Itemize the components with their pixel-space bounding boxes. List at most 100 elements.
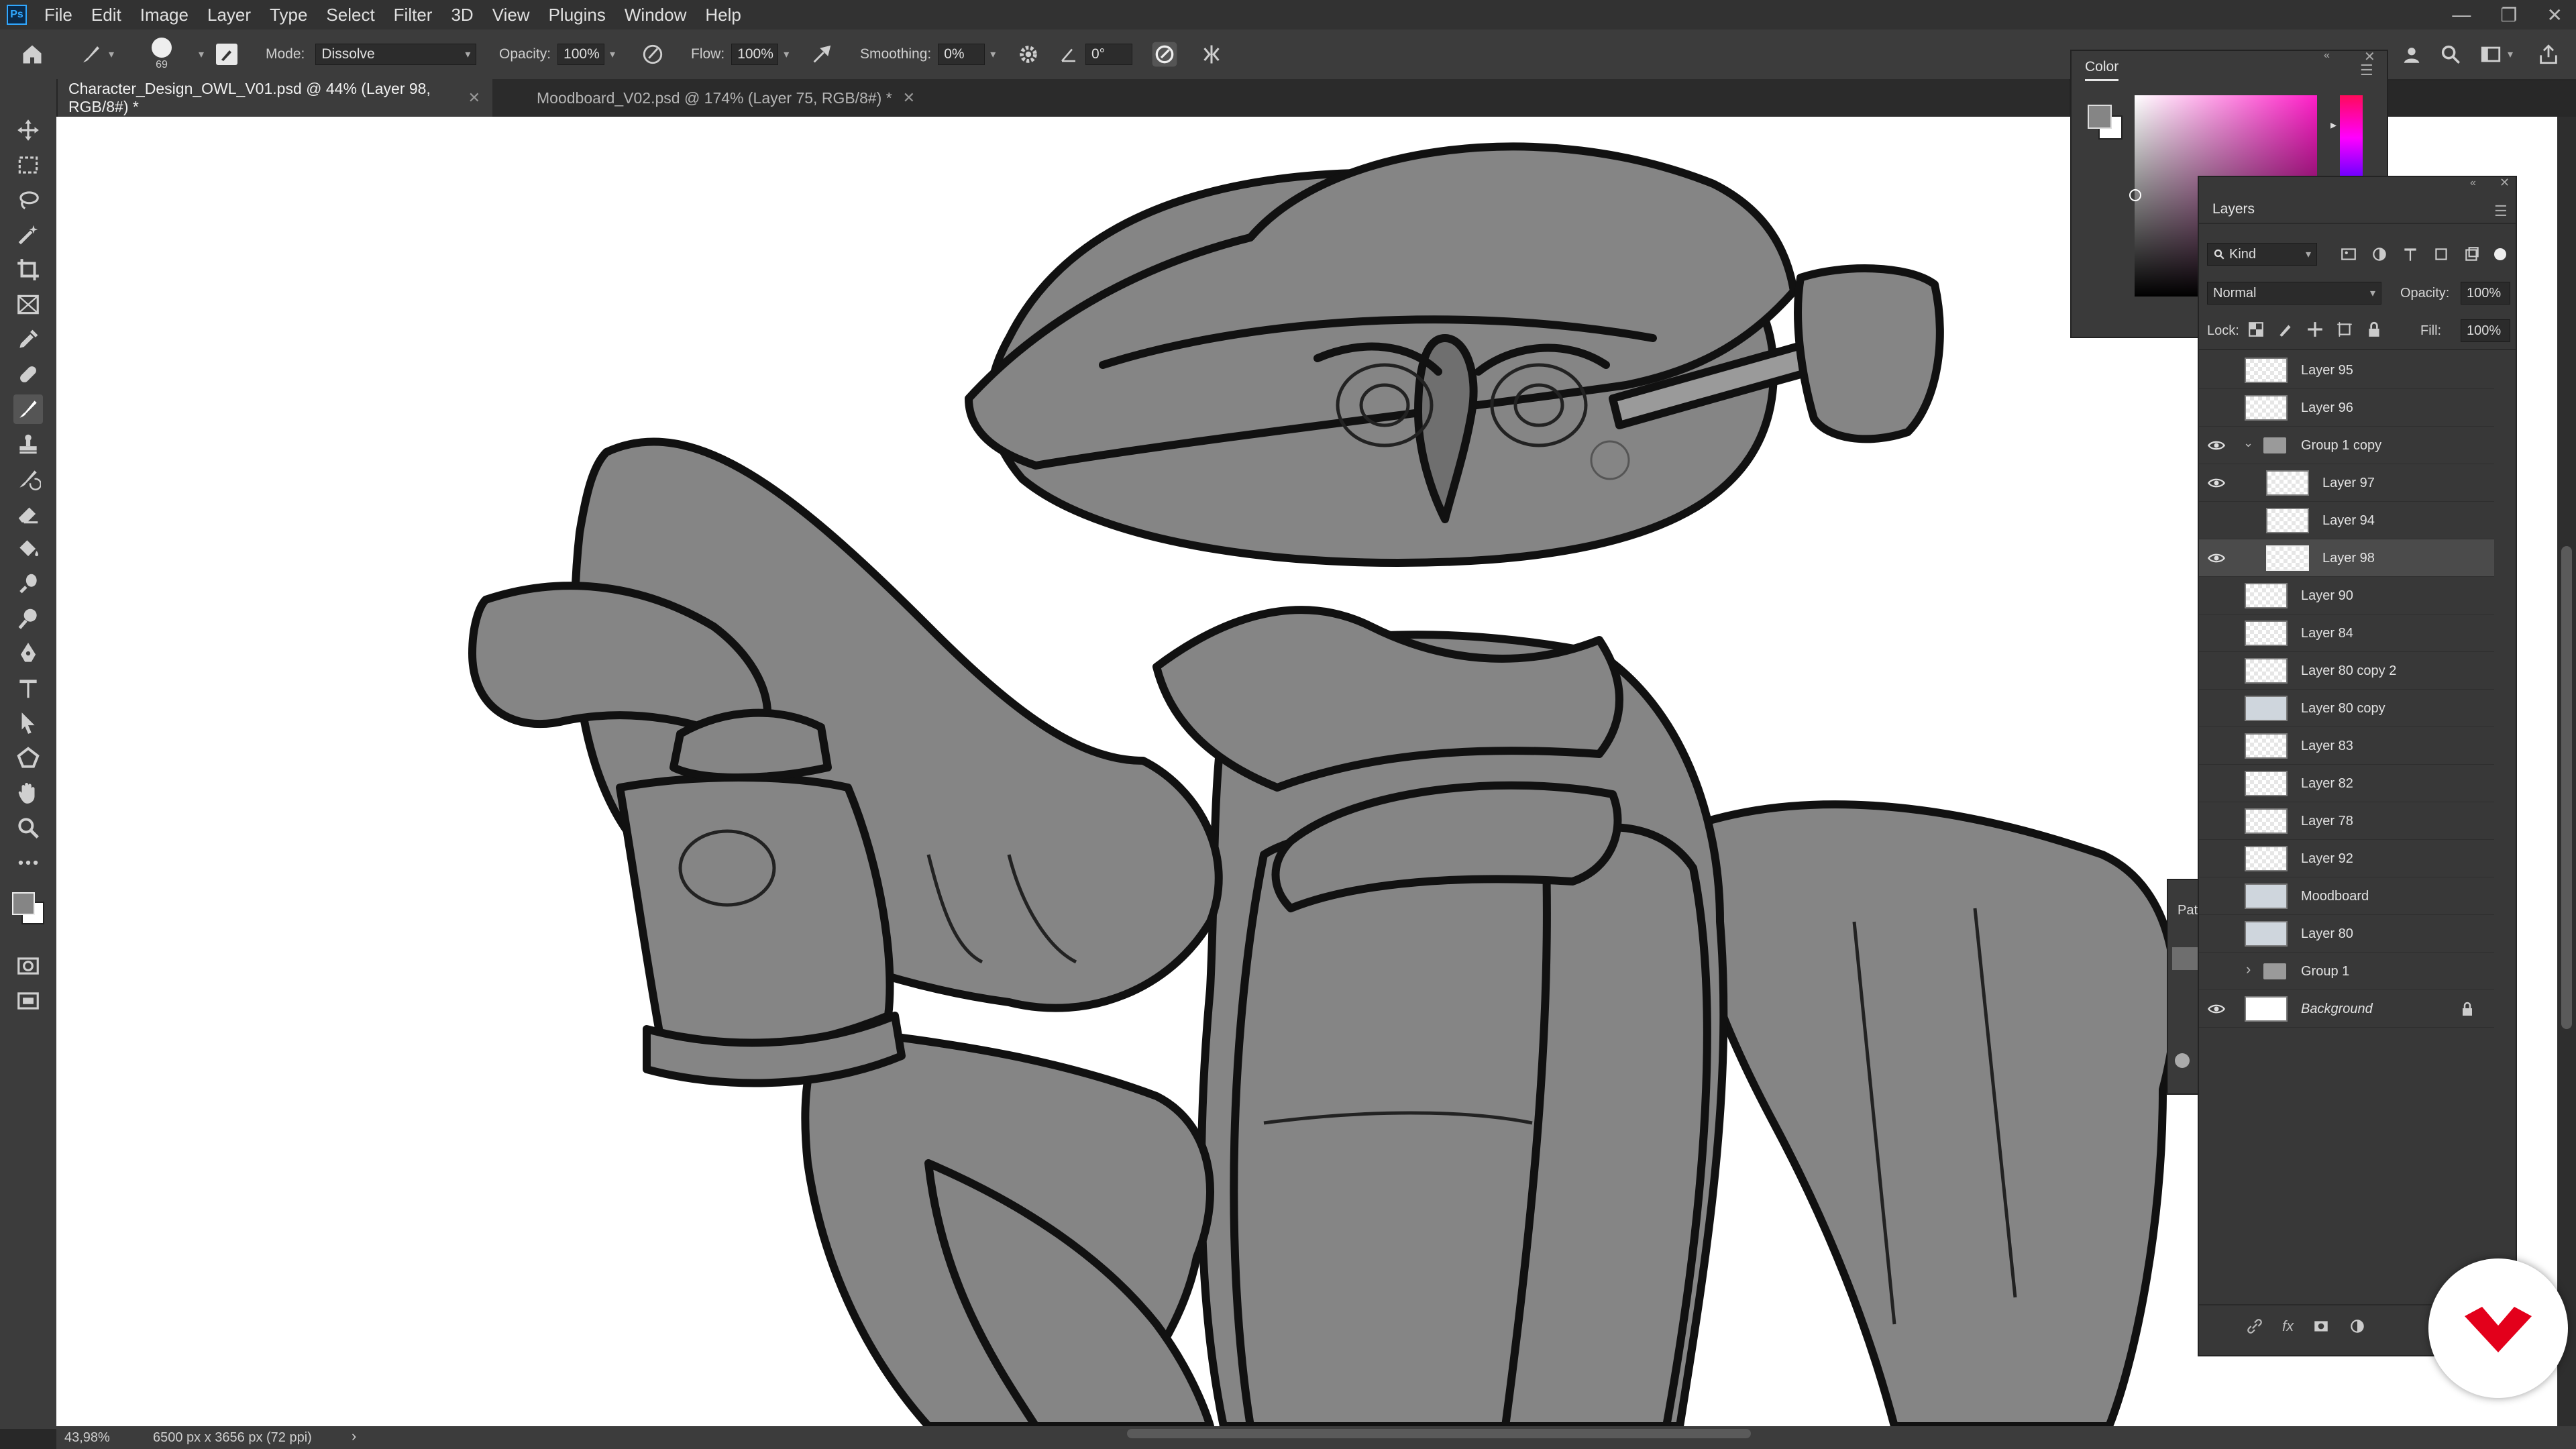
foreground-color-swatch[interactable] xyxy=(12,892,35,915)
hue-slider-marker-icon[interactable]: ▸ xyxy=(2330,118,2337,132)
color-panel-title[interactable]: Color xyxy=(2085,59,2119,81)
close-tab-icon[interactable]: ✕ xyxy=(903,89,915,107)
close-layers-panel-icon[interactable]: ✕ xyxy=(2500,176,2510,190)
group-row[interactable]: › Group 1 xyxy=(2199,953,2494,990)
brush-size-picker[interactable]: 69 xyxy=(152,30,172,79)
layer-styles-fx-icon[interactable]: fx xyxy=(2282,1318,2294,1335)
share-user-icon[interactable] xyxy=(2400,30,2423,79)
path-selection-tool-icon[interactable] xyxy=(13,708,43,738)
layer-name[interactable]: Layer 95 xyxy=(2301,352,2353,389)
pixel-filter-icon[interactable] xyxy=(2340,246,2357,263)
layer-row[interactable]: Layer 82 xyxy=(2199,765,2494,802)
tab-moodboard[interactable]: Moodboard_V02.psd @ 174% (Layer 75, RGB/… xyxy=(525,79,981,117)
layer-name[interactable]: Layer 96 xyxy=(2301,389,2353,427)
status-menu-arrow-icon[interactable]: › xyxy=(352,1428,356,1445)
layer-row[interactable]: Layer 80 copy xyxy=(2199,690,2494,727)
angle-input[interactable]: 0° xyxy=(1085,44,1132,65)
visibility-eye-icon[interactable] xyxy=(2207,474,2226,492)
menu-3d[interactable]: 3D xyxy=(441,5,482,25)
opacity-slider-caret-icon[interactable]: ▾ xyxy=(610,48,615,61)
layer-name[interactable]: Layer 94 xyxy=(2322,502,2375,539)
color-swatches[interactable] xyxy=(9,887,47,927)
layer-row[interactable]: Layer 80 copy 2 xyxy=(2199,652,2494,690)
menu-layer[interactable]: Layer xyxy=(198,5,260,25)
tab-character-design[interactable]: Character_Design_OWL_V01.psd @ 44% (Laye… xyxy=(56,79,492,117)
lasso-tool-icon[interactable] xyxy=(13,185,43,215)
layer-name[interactable]: Layer 83 xyxy=(2301,727,2353,765)
minimize-icon[interactable]: — xyxy=(2452,4,2471,25)
eraser-tool-icon[interactable] xyxy=(13,499,43,529)
layer-name[interactable]: Layer 80 copy 2 xyxy=(2301,652,2396,690)
lock-all-icon[interactable] xyxy=(2365,321,2383,338)
move-tool-icon[interactable] xyxy=(13,115,43,145)
layer-name[interactable]: Layer 80 xyxy=(2301,915,2353,953)
smoothing-input[interactable]: 0% xyxy=(938,44,985,65)
flow-slider-caret-icon[interactable]: ▾ xyxy=(784,48,789,61)
layer-opacity-input[interactable]: 100% xyxy=(2461,282,2510,305)
search-icon[interactable] xyxy=(2439,30,2462,79)
panel-menu-icon[interactable]: ☰ xyxy=(2360,62,2373,79)
zoom-tool-icon[interactable] xyxy=(13,813,43,843)
layer-name[interactable]: Layer 92 xyxy=(2301,840,2353,877)
link-layers-icon[interactable] xyxy=(2246,1318,2263,1335)
type-tool-icon[interactable] xyxy=(13,674,43,703)
hand-tool-icon[interactable] xyxy=(13,778,43,808)
brush-tool-preset-icon[interactable]: ▾ xyxy=(79,30,114,79)
menu-edit[interactable]: Edit xyxy=(82,5,131,25)
adjustment-filter-icon[interactable] xyxy=(2371,246,2388,263)
layer-name[interactable]: Layer 80 copy xyxy=(2301,690,2385,727)
layer-row[interactable]: Layer 95 xyxy=(2199,352,2494,389)
workspace-switcher-icon[interactable]: ▾ xyxy=(2479,30,2513,79)
frame-tool-icon[interactable] xyxy=(13,290,43,319)
home-icon[interactable] xyxy=(20,30,44,79)
opacity-input[interactable]: 100% xyxy=(557,44,605,65)
layer-name[interactable]: Layer 98 xyxy=(2322,539,2375,577)
group-expand-chevron-right-icon[interactable]: › xyxy=(2246,961,2251,978)
history-brush-tool-icon[interactable] xyxy=(13,464,43,494)
smart-object-filter-icon[interactable] xyxy=(2463,246,2481,263)
lock-artboard-icon[interactable] xyxy=(2336,321,2353,338)
add-mask-icon[interactable] xyxy=(2312,1318,2330,1335)
shape-tool-icon[interactable] xyxy=(13,743,43,773)
adjustment-layer-icon[interactable] xyxy=(2349,1318,2366,1335)
magic-wand-tool-icon[interactable] xyxy=(13,220,43,250)
menu-select[interactable]: Select xyxy=(317,5,384,25)
layer-row[interactable]: Layer 92 xyxy=(2199,840,2494,877)
layer-name[interactable]: Layer 84 xyxy=(2301,614,2353,652)
layer-row[interactable]: Layer 94 xyxy=(2199,502,2494,539)
layer-row[interactable]: Layer 83 xyxy=(2199,727,2494,765)
collapse-layers-panel-icon[interactable]: « xyxy=(2470,177,2476,189)
smoothing-slider-caret-icon[interactable]: ▾ xyxy=(990,48,996,61)
visibility-eye-icon[interactable] xyxy=(2207,1000,2226,1018)
layers-panel-menu-icon[interactable]: ☰ xyxy=(2494,203,2508,220)
blend-mode-select[interactable]: Normal ▾ xyxy=(2207,282,2381,305)
visibility-eye-icon[interactable] xyxy=(2207,436,2226,455)
group-name[interactable]: Group 1 copy xyxy=(2301,427,2381,464)
brush-picker-caret-icon[interactable]: ▾ xyxy=(193,30,204,79)
color-panel-swatches[interactable] xyxy=(2088,105,2123,140)
symmetry-icon[interactable] xyxy=(1199,30,1224,79)
restore-icon[interactable]: ❐ xyxy=(2500,4,2517,26)
eyedropper-tool-icon[interactable] xyxy=(13,325,43,354)
healing-brush-tool-icon[interactable] xyxy=(13,360,43,389)
brush-tool-icon[interactable] xyxy=(13,394,43,424)
more-tools-icon[interactable] xyxy=(13,848,43,877)
layer-row[interactable]: Layer 78 xyxy=(2199,802,2494,840)
rectangular-marquee-tool-icon[interactable] xyxy=(13,150,43,180)
paths-panel-title[interactable]: Pat xyxy=(2178,903,2198,918)
layer-row[interactable]: Layer 84 xyxy=(2199,614,2494,652)
horizontal-scrollbar-thumb[interactable] xyxy=(1127,1429,1751,1438)
layers-panel-title[interactable]: Layers xyxy=(2212,201,2255,217)
menu-filter[interactable]: Filter xyxy=(384,5,442,25)
smoothing-options-gear-icon[interactable] xyxy=(1017,30,1040,79)
vertical-scrollbar-thumb[interactable] xyxy=(2561,546,2572,1029)
layer-row[interactable]: Layer 96 xyxy=(2199,389,2494,427)
fill-input[interactable]: 100% xyxy=(2461,319,2510,342)
pressure-opacity-icon[interactable] xyxy=(641,30,664,79)
layer-row[interactable]: Moodboard xyxy=(2199,877,2494,915)
screen-mode-icon[interactable] xyxy=(13,986,43,1016)
foreground-color-chip[interactable] xyxy=(2088,105,2112,129)
menu-plugins[interactable]: Plugins xyxy=(539,5,615,25)
close-tab-icon[interactable]: ✕ xyxy=(468,89,480,107)
dodge-tool-icon[interactable] xyxy=(13,604,43,633)
